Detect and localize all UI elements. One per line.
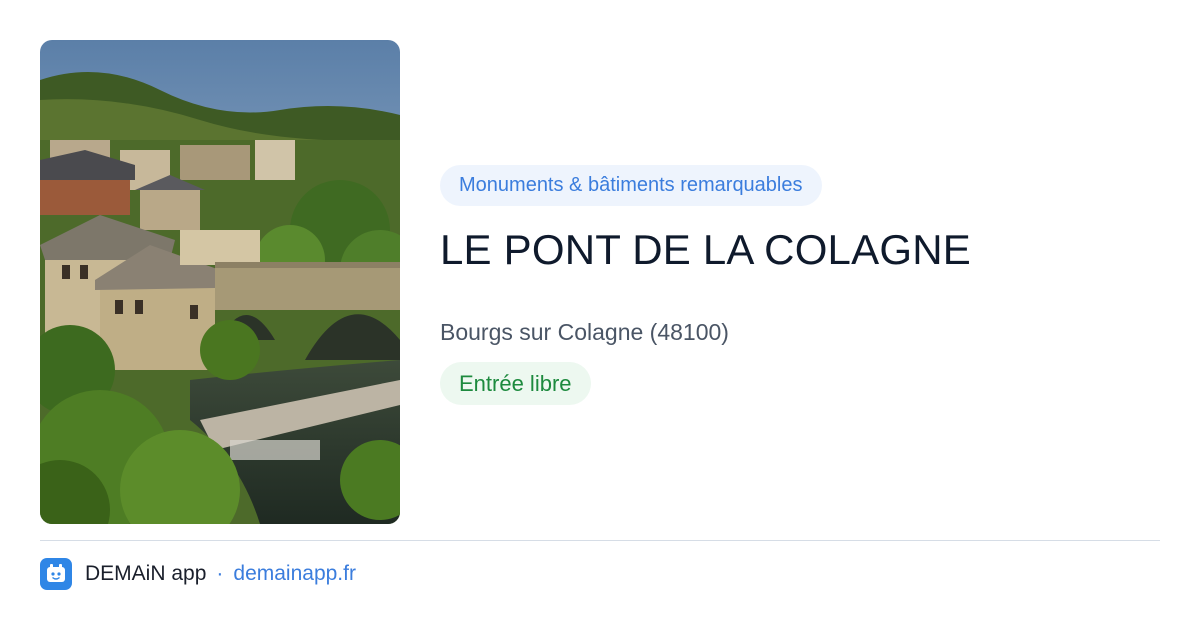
divider — [40, 540, 1160, 541]
footer: DEMAiN app · demainapp.fr — [40, 558, 356, 590]
place-photo-image — [40, 40, 400, 524]
place-title: LE PONT DE LA COLAGNE — [440, 226, 971, 273]
footer-separator: · — [216, 562, 224, 585]
site-link[interactable]: demainapp.fr — [233, 562, 356, 586]
entry-badge: Entrée libre — [440, 362, 591, 405]
place-info: Monuments & bâtiments remarquables LE PO… — [440, 165, 1160, 405]
logo-glyph — [47, 564, 65, 582]
demain-app-logo-icon — [40, 558, 72, 590]
brand-name: DEMAiN app — [85, 562, 207, 585]
category-badge: Monuments & bâtiments remarquables — [440, 165, 822, 206]
place-location: Bourgs sur Colagne (48100) — [440, 319, 729, 345]
place-photo — [40, 40, 400, 524]
